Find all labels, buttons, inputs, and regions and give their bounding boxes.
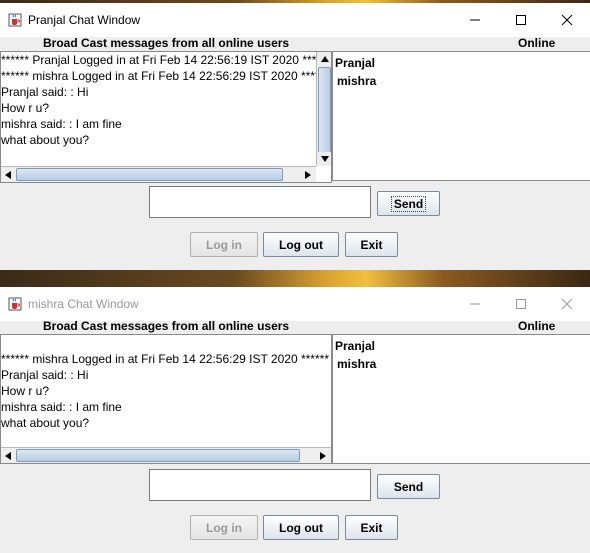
minimize-button[interactable] [452,3,498,37]
scroll-right-button[interactable] [301,167,315,182]
minimize-button[interactable] [452,287,498,321]
horizontal-scroll-thumb[interactable] [16,168,283,181]
online-users-list[interactable]: Pranjal mishra [332,334,590,464]
desktop-background-middle [0,270,590,288]
scroll-left-button[interactable] [1,448,15,463]
vertical-scrollbar[interactable] [316,52,331,166]
close-icon [561,298,573,310]
user-item-pranjal[interactable]: Pranjal [335,56,375,70]
login-button[interactable]: Log in [190,515,258,540]
message-input[interactable] [149,186,371,218]
arrow-up-icon [320,56,329,62]
scroll-down-button[interactable] [317,152,331,166]
arrow-left-icon [5,170,11,179]
close-button[interactable] [544,3,590,37]
scroll-right-button[interactable] [316,448,330,463]
user-item-mishra[interactable]: mishra [337,357,376,371]
message-area[interactable]: ****** mishra Logged in at Fri Feb 14 22… [0,334,332,464]
message-line: How r u? [1,384,50,398]
user-item-mishra[interactable]: mishra [337,74,376,88]
chat-window-mishra: mishra Chat Window Broad Cast messages f… [0,287,590,553]
window-title: mishra Chat Window [28,297,139,311]
java-cup-icon [8,13,22,27]
exit-button[interactable]: Exit [345,232,398,257]
arrow-right-icon [305,170,311,179]
horizontal-scrollbar[interactable] [1,166,316,182]
online-users-list[interactable]: Pranjal mishra [332,51,590,181]
message-input[interactable] [149,469,371,501]
maximize-button[interactable] [498,3,544,37]
message-line: ****** Pranjal Logged in at Fri Feb 14 2… [1,53,331,67]
message-area[interactable]: ****** Pranjal Logged in at Fri Feb 14 2… [0,51,332,183]
maximize-icon [516,15,526,25]
message-line: Pranjal said: : Hi [1,85,89,99]
broadcast-label: Broad Cast messages from all online user… [43,319,290,333]
java-cup-icon [8,297,22,311]
horizontal-scrollbar[interactable] [1,447,331,463]
arrow-down-icon [320,156,329,162]
arrow-right-icon [320,451,326,460]
logout-button-label: Log out [279,237,323,252]
message-line: what about you? [1,416,90,430]
arrow-left-icon [5,451,11,460]
message-line: Pranjal said: : Hi [1,368,89,382]
broadcast-label: Broad Cast messages from all online user… [43,36,290,50]
message-line: ****** mishra Logged in at Fri Feb 14 22… [1,352,329,366]
logout-button-label: Log out [279,520,323,535]
logout-button[interactable]: Log out [263,515,339,540]
maximize-icon [516,299,526,309]
close-icon [561,14,573,26]
send-button[interactable]: Send [377,191,440,216]
message-line: mishra said: : I am fine [1,117,122,131]
maximize-button[interactable] [498,287,544,321]
title-bar[interactable]: mishra Chat Window [0,287,590,321]
message-line: mishra said: : I am fine [1,400,122,414]
chat-window-pranjal: Pranjal Chat Window Broad Cast messages … [0,3,590,270]
message-line: what about you? [1,133,90,147]
send-button-label: Send [393,479,424,494]
scroll-up-button[interactable] [317,52,331,66]
scroll-left-button[interactable] [1,167,15,182]
login-button-label: Log in [206,520,242,535]
message-line: ****** mishra Logged in at Fri Feb 14 22… [1,69,329,83]
message-line: How r u? [1,101,50,115]
window-title: Pranjal Chat Window [28,13,141,27]
exit-button-label: Exit [360,237,383,252]
send-button-label: Send [390,195,427,212]
vertical-scroll-thumb[interactable] [318,67,331,159]
login-button[interactable]: Log in [190,232,258,257]
logout-button[interactable]: Log out [263,232,339,257]
exit-button-label: Exit [360,520,383,535]
close-button[interactable] [544,287,590,321]
send-button[interactable]: Send [377,474,440,499]
user-item-pranjal[interactable]: Pranjal [335,339,375,353]
minimize-icon [470,19,480,21]
login-button-label: Log in [206,237,242,252]
minimize-icon [470,303,480,305]
horizontal-scroll-thumb[interactable] [16,449,300,462]
exit-button[interactable]: Exit [345,515,398,540]
title-bar[interactable]: Pranjal Chat Window [0,3,590,37]
